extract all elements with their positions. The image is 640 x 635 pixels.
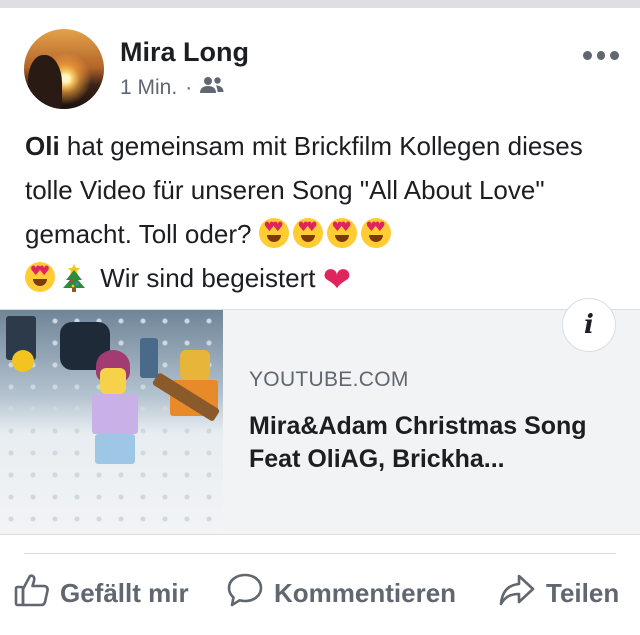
share-label: Teilen	[546, 578, 620, 608]
link-preview-card[interactable]: YOUTUBE.COM Mira&Adam Christmas Song Fea…	[0, 309, 640, 535]
action-bar: Gefällt mir Kommentieren Teilen	[0, 572, 640, 618]
comment-button[interactable]: Kommentieren	[226, 572, 456, 615]
more-options-icon[interactable]	[583, 51, 620, 61]
share-icon	[498, 572, 536, 615]
heart-eyes-emoji-icon	[292, 218, 323, 248]
friends-icon[interactable]	[200, 76, 224, 100]
comment-icon	[226, 572, 264, 615]
post-tail: Wir sind begeistert	[93, 263, 323, 293]
top-separator	[0, 0, 640, 8]
mention-link[interactable]: Oli	[25, 131, 60, 161]
share-button[interactable]: Teilen	[498, 572, 619, 615]
post-time[interactable]: 1 Min.	[120, 76, 177, 100]
post-text: Oli hat gemeinsam mit Brickfilm Kollegen…	[25, 124, 625, 306]
heart-eyes-emoji-icon	[360, 218, 391, 248]
avatar[interactable]	[24, 29, 104, 109]
heart-eyes-emoji-icon	[258, 218, 289, 248]
like-label: Gefällt mir	[60, 578, 189, 608]
actions-divider	[24, 553, 616, 554]
meta-separator: ·	[185, 76, 193, 99]
author-name[interactable]: Mira Long	[120, 37, 249, 68]
video-thumbnail[interactable]	[0, 310, 223, 534]
link-title[interactable]: Mira&Adam Christmas Song Feat OliAG, Bri…	[249, 410, 619, 476]
comment-label: Kommentieren	[274, 578, 457, 608]
heart-eyes-emoji-icon	[326, 218, 357, 248]
red-heart-emoji-icon: ❤	[322, 260, 352, 300]
thumbs-up-icon	[14, 572, 50, 615]
christmas-tree-emoji-icon	[61, 262, 87, 306]
post-meta: 1 Min. ·	[120, 76, 224, 100]
link-domain: YOUTUBE.COM	[249, 368, 409, 391]
heart-eyes-emoji-icon	[25, 262, 55, 292]
info-icon[interactable]: i	[562, 298, 616, 352]
like-button[interactable]: Gefällt mir	[14, 572, 189, 615]
